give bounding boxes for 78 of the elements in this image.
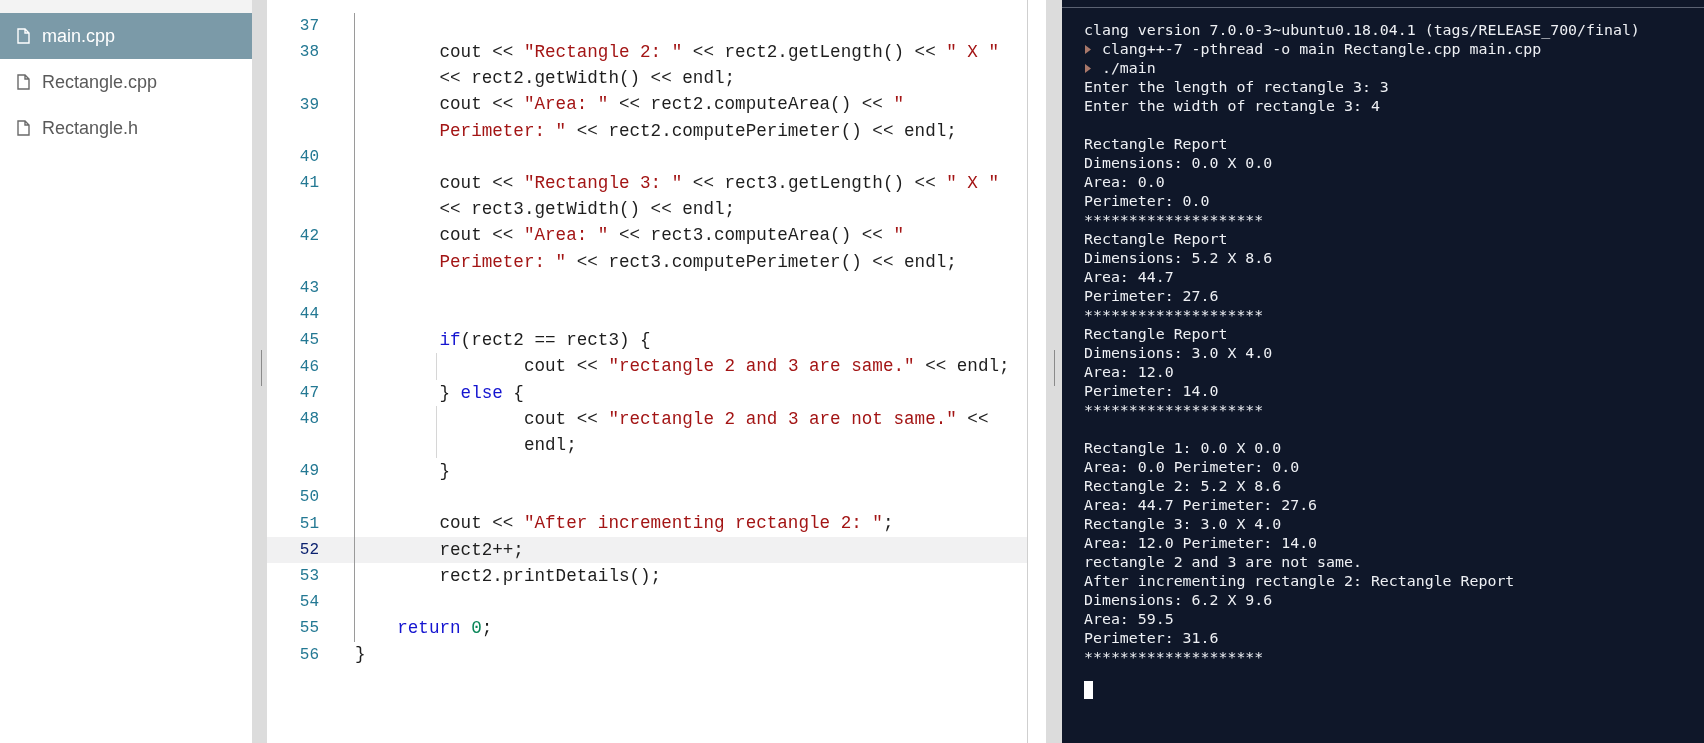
prompt-icon <box>1084 63 1092 74</box>
resize-handle[interactable] <box>252 0 267 743</box>
terminal-line: Area: 44.7 <box>1084 268 1174 287</box>
code-line: } <box>439 460 450 484</box>
terminal-line: Area: 12.0 <box>1084 363 1174 382</box>
line-number: 45 <box>299 331 319 350</box>
terminal-line: After incrementing rectangle 2: Rectangle Report <box>1084 572 1515 591</box>
code-line: cout << "Area: " << rect3.computeArea() << " <box>439 224 905 248</box>
terminal-line: Dimensions: 6.2 X 9.6 <box>1084 591 1273 610</box>
line-number: 48 <box>299 409 319 428</box>
line-number: 43 <box>299 278 319 297</box>
terminal-line: Perimeter: 14.0 <box>1084 382 1219 401</box>
terminal-line: Enter the width of rectangle 3: 4 <box>1084 97 1380 116</box>
code-line: cout << "After incrementing rectangle 2: "; <box>439 512 894 536</box>
line-number: 54 <box>299 593 319 612</box>
code-line: } else { <box>439 381 524 405</box>
file-icon <box>17 28 30 44</box>
line-number: 42 <box>299 226 319 245</box>
terminal-line: Perimeter: 27.6 <box>1084 287 1219 306</box>
code-line: } <box>355 643 366 667</box>
code-line: cout << "Rectangle 3: " << rect3.getLength() << " X " <box>439 172 1000 196</box>
terminal-line: clang version 7.0.0-3~ubuntu0.18.04.1 (tags/RELEASE_700/final) <box>1084 21 1640 40</box>
code-line: return 0; <box>397 617 493 641</box>
line-number: 39 <box>299 95 319 114</box>
terminal-line: ./main <box>1101 59 1156 78</box>
terminal-line: clang++-7 -pthread -o main Rectangle.cpp main.cpp <box>1101 40 1542 59</box>
line-number: 55 <box>299 619 319 638</box>
line-number: 56 <box>299 645 319 664</box>
resize-handle[interactable] <box>1046 0 1062 743</box>
terminal-line: Area: 0.0 Perimeter: 0.0 <box>1084 458 1300 477</box>
terminal-line: Rectangle 2: 5.2 X 8.6 <box>1084 477 1282 496</box>
terminal-line: Rectangle 1: 0.0 X 0.0 <box>1084 439 1282 458</box>
code-line: cout << "Rectangle 2: " << rect2.getLength() << " X " <box>439 41 1000 65</box>
code-line: if(rect2 == rect3) { <box>439 329 651 353</box>
line-number: 44 <box>299 305 319 324</box>
line-number: 47 <box>299 383 319 402</box>
code-line: << rect2.getWidth() << endl; <box>439 67 736 91</box>
code-line: cout << "rectangle 2 and 3 are not same." << <box>523 407 989 431</box>
terminal-line: Rectangle Report <box>1084 230 1228 249</box>
terminal-line: Rectangle 3: 3.0 X 4.0 <box>1084 515 1282 534</box>
line-number: 41 <box>299 174 319 193</box>
terminal-line: Enter the length of rectangle 3: 3 <box>1084 78 1389 97</box>
line-number: 40 <box>299 148 319 167</box>
terminal-line: Area: 44.7 Perimeter: 27.6 <box>1084 496 1318 515</box>
line-number: 38 <box>299 43 319 62</box>
code-line: rect2++; <box>439 538 524 562</box>
terminal-line: Dimensions: 0.0 X 0.0 <box>1084 154 1273 173</box>
file-icon <box>17 74 30 90</box>
terminal-line: Perimeter: 0.0 <box>1084 192 1210 211</box>
code-line: rect2.printDetails(); <box>439 564 662 588</box>
code-line: Perimeter: " << rect3.computePerimeter() << endl; <box>439 250 957 274</box>
terminal-line: ******************** <box>1084 306 1264 325</box>
line-number: 53 <box>299 567 319 586</box>
line-number: 37 <box>299 17 319 36</box>
prompt-icon <box>1084 44 1092 55</box>
code-line: cout << "Area: " << rect2.computeArea() << " <box>439 93 905 117</box>
code-line: Perimeter: " << rect2.computePerimeter() << endl; <box>439 119 957 143</box>
terminal-line: Rectangle Report <box>1084 325 1228 344</box>
line-number: 51 <box>299 514 319 533</box>
terminal-line: ******************** <box>1084 401 1264 420</box>
terminal-line: Perimeter: 31.6 <box>1084 629 1219 648</box>
line-number: 49 <box>299 462 319 481</box>
terminal-line: rectangle 2 and 3 are not same. <box>1084 553 1362 572</box>
terminal-line: Dimensions: 3.0 X 4.0 <box>1084 344 1273 363</box>
line-number: 52 <box>299 540 319 559</box>
terminal-line: Area: 59.5 <box>1084 610 1174 629</box>
code-line: endl; <box>523 433 577 457</box>
terminal-line: ******************** <box>1084 648 1264 667</box>
code-line: << rect3.getWidth() << endl; <box>439 198 736 222</box>
terminal-line: Area: 0.0 <box>1084 173 1165 192</box>
line-number: 46 <box>299 357 319 376</box>
code-line: cout << "rectangle 2 and 3 are same." << endl; <box>523 355 1010 379</box>
terminal-line: Rectangle Report <box>1084 135 1228 154</box>
file-icon <box>17 120 30 136</box>
line-number: 50 <box>299 488 319 507</box>
terminal-line: Area: 12.0 Perimeter: 14.0 <box>1084 534 1318 553</box>
terminal-line: Dimensions: 5.2 X 8.6 <box>1084 249 1273 268</box>
terminal-line: ******************** <box>1084 211 1264 230</box>
